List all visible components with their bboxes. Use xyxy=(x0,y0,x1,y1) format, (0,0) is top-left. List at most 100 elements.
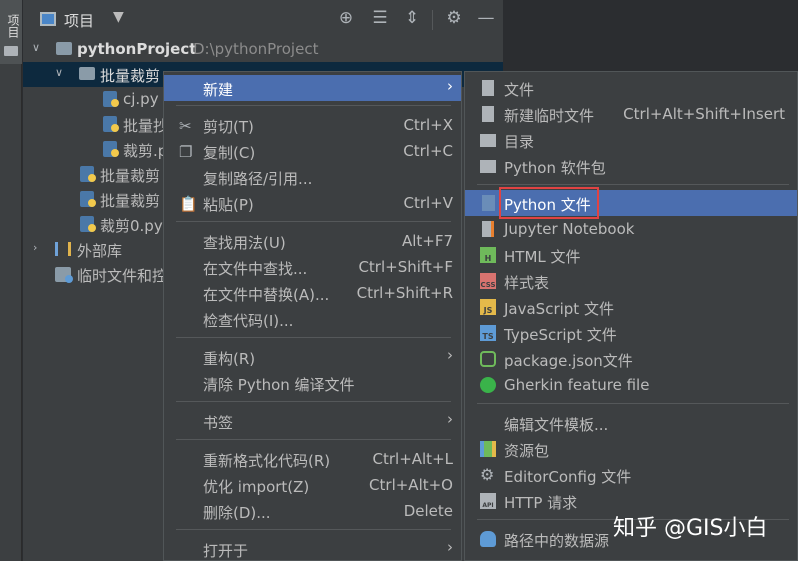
chevron-right-icon: › xyxy=(447,346,453,364)
submenu-item-gherkin[interactable]: Gherkin feature file xyxy=(465,372,797,398)
menu-divider xyxy=(176,337,451,338)
menu-item-cut[interactable]: ✂ 剪切(T) Ctrl+X xyxy=(164,112,461,138)
scratch-file-icon xyxy=(482,106,494,122)
submenu-item-label: Jupyter Notebook xyxy=(504,220,635,238)
tree-root-row[interactable]: ∨ pythonProject D:\pythonProject xyxy=(23,37,503,62)
minimize-icon[interactable]: — xyxy=(475,8,497,28)
chevron-right-icon: › xyxy=(447,410,453,428)
collapse-all-icon[interactable]: ⇕ xyxy=(401,8,423,28)
project-view-icon xyxy=(40,12,56,26)
watermark: 知乎 @GIS小白 xyxy=(613,516,768,541)
folder-icon xyxy=(79,67,95,80)
menu-item-label: 新建 xyxy=(203,81,234,99)
menu-item-inspect-code[interactable]: 检查代码(I)... xyxy=(164,306,461,332)
menu-item-shortcut: Ctrl+X xyxy=(403,116,453,134)
resource-bundle-icon xyxy=(480,441,496,457)
external-libs-label: 外部库 xyxy=(77,242,123,260)
submenu-item-scratch-file[interactable]: 新建临时文件 Ctrl+Alt+Shift+Insert xyxy=(465,101,797,127)
nodejs-icon xyxy=(480,351,496,367)
toolbar-divider xyxy=(432,10,433,30)
file-name: 批量裁剪 xyxy=(100,167,161,185)
python-file-icon xyxy=(103,141,119,157)
menu-item-label: 复制(C) xyxy=(203,144,256,162)
menu-item-bookmarks[interactable]: 书签 › xyxy=(164,408,461,434)
menu-item-reformat-code[interactable]: 重新格式化代码(R) Ctrl+Alt+L xyxy=(164,446,461,472)
menu-item-find-usages[interactable]: 查找用法(U) Alt+F7 xyxy=(164,228,461,254)
menu-item-label: 在文件中查找... xyxy=(203,260,308,278)
menu-item-label: 剪切(T) xyxy=(203,118,254,136)
menu-item-clean-python[interactable]: 清除 Python 编译文件 xyxy=(164,370,461,396)
folder-icon xyxy=(4,46,18,56)
package-icon xyxy=(480,160,496,173)
submenu-item-typescript[interactable]: TS TypeScript 文件 xyxy=(465,320,797,346)
submenu-item-label: 路径中的数据源 xyxy=(504,532,610,550)
menu-item-label: 在文件中替换(A)... xyxy=(203,286,330,304)
menu-item-open-in[interactable]: 打开于 › xyxy=(164,536,461,561)
submenu-item-label: TypeScript 文件 xyxy=(504,326,617,344)
js-file-icon: JS xyxy=(480,299,496,315)
chevron-right-icon[interactable]: › xyxy=(33,241,37,254)
gear-icon[interactable]: ⚙ xyxy=(443,8,465,28)
menu-divider xyxy=(477,184,789,185)
project-tool-tab-label: 项目 xyxy=(6,14,20,38)
menu-item-label: 优化 import(Z) xyxy=(203,478,310,496)
target-icon[interactable]: ⊕ xyxy=(335,8,357,28)
menu-divider xyxy=(176,221,451,222)
expand-all-icon[interactable]: ☰ xyxy=(369,8,391,28)
ts-file-icon: TS xyxy=(480,325,496,341)
submenu-item-python-package[interactable]: Python 软件包 xyxy=(465,153,797,179)
submenu-item-shortcut: Ctrl+Alt+Shift+Insert xyxy=(623,105,785,123)
menu-item-refactor[interactable]: 重构(R) › xyxy=(164,344,461,370)
gherkin-icon xyxy=(480,377,496,393)
submenu-item-jupyter[interactable]: Jupyter Notebook xyxy=(465,216,797,242)
submenu-item-directory[interactable]: 目录 xyxy=(465,127,797,153)
menu-item-new[interactable]: 新建 › xyxy=(164,75,461,101)
submenu-item-label: 文件 xyxy=(504,81,535,99)
menu-item-find-in-files[interactable]: 在文件中查找... Ctrl+Shift+F xyxy=(164,254,461,280)
submenu-item-file[interactable]: 文件 xyxy=(465,75,797,101)
menu-item-label: 粘贴(P) xyxy=(203,196,254,214)
menu-item-copy-path[interactable]: 复制路径/引用... xyxy=(164,164,461,190)
submenu-item-edit-templates[interactable]: 编辑文件模板... xyxy=(465,410,797,436)
submenu-item-javascript[interactable]: JS JavaScript 文件 xyxy=(465,294,797,320)
left-tool-strip: 项目 xyxy=(0,0,22,561)
submenu-item-label: HTTP 请求 xyxy=(504,494,578,512)
menu-item-label: 清除 Python 编译文件 xyxy=(203,376,355,394)
submenu-item-editorconfig[interactable]: ⚙ EditorConfig 文件 xyxy=(465,462,797,488)
menu-item-optimize-imports[interactable]: 优化 import(Z) Ctrl+Alt+O xyxy=(164,472,461,498)
menu-item-shortcut: Ctrl+C xyxy=(403,142,453,160)
chevron-down-icon[interactable]: ∨ xyxy=(55,66,63,79)
file-name: 裁剪0.py xyxy=(100,217,163,235)
chevron-down-icon[interactable]: ▼ xyxy=(113,9,124,25)
submenu-item-package-json[interactable]: package.json文件 xyxy=(465,346,797,372)
python-file-icon xyxy=(80,166,96,182)
jupyter-icon xyxy=(482,221,494,237)
menu-item-delete[interactable]: 删除(D)... Delete xyxy=(164,498,461,524)
chevron-right-icon: › xyxy=(447,538,453,556)
gear-icon: ⚙ xyxy=(480,465,495,484)
menu-item-label: 书签 xyxy=(203,414,234,432)
menu-item-label: 打开于 xyxy=(203,542,249,560)
menu-item-label: 复制路径/引用... xyxy=(203,170,313,188)
root-folder-path: D:\pythonProject xyxy=(193,40,319,58)
submenu-item-stylesheet[interactable]: CSS 样式表 xyxy=(465,268,797,294)
menu-item-replace-in-files[interactable]: 在文件中替换(A)... Ctrl+Shift+R xyxy=(164,280,461,306)
folder-icon xyxy=(480,134,496,147)
paste-icon: 📋 xyxy=(179,195,198,213)
submenu-item-resource-bundle[interactable]: 资源包 xyxy=(465,436,797,462)
project-panel-title[interactable]: 项目 xyxy=(64,10,94,31)
scissors-icon: ✂ xyxy=(179,117,192,135)
submenu-item-label: Gherkin feature file xyxy=(504,376,650,394)
submenu-item-label: 编辑文件模板... xyxy=(504,416,609,434)
menu-item-paste[interactable]: 📋 粘贴(P) Ctrl+V xyxy=(164,190,461,216)
scratches-label: 临时文件和控 xyxy=(77,267,168,285)
menu-item-copy[interactable]: ❐ 复制(C) Ctrl+C xyxy=(164,138,461,164)
python-file-icon xyxy=(80,191,96,207)
menu-item-shortcut: Delete xyxy=(403,502,453,520)
submenu-item-html-file[interactable]: H HTML 文件 xyxy=(465,242,797,268)
chevron-down-icon[interactable]: ∨ xyxy=(32,41,40,54)
menu-item-shortcut: Ctrl+V xyxy=(403,194,453,212)
project-tool-tab[interactable]: 项目 xyxy=(0,0,22,64)
menu-item-label: 重构(R) xyxy=(203,350,256,368)
file-name: 批量裁剪 xyxy=(100,192,161,210)
